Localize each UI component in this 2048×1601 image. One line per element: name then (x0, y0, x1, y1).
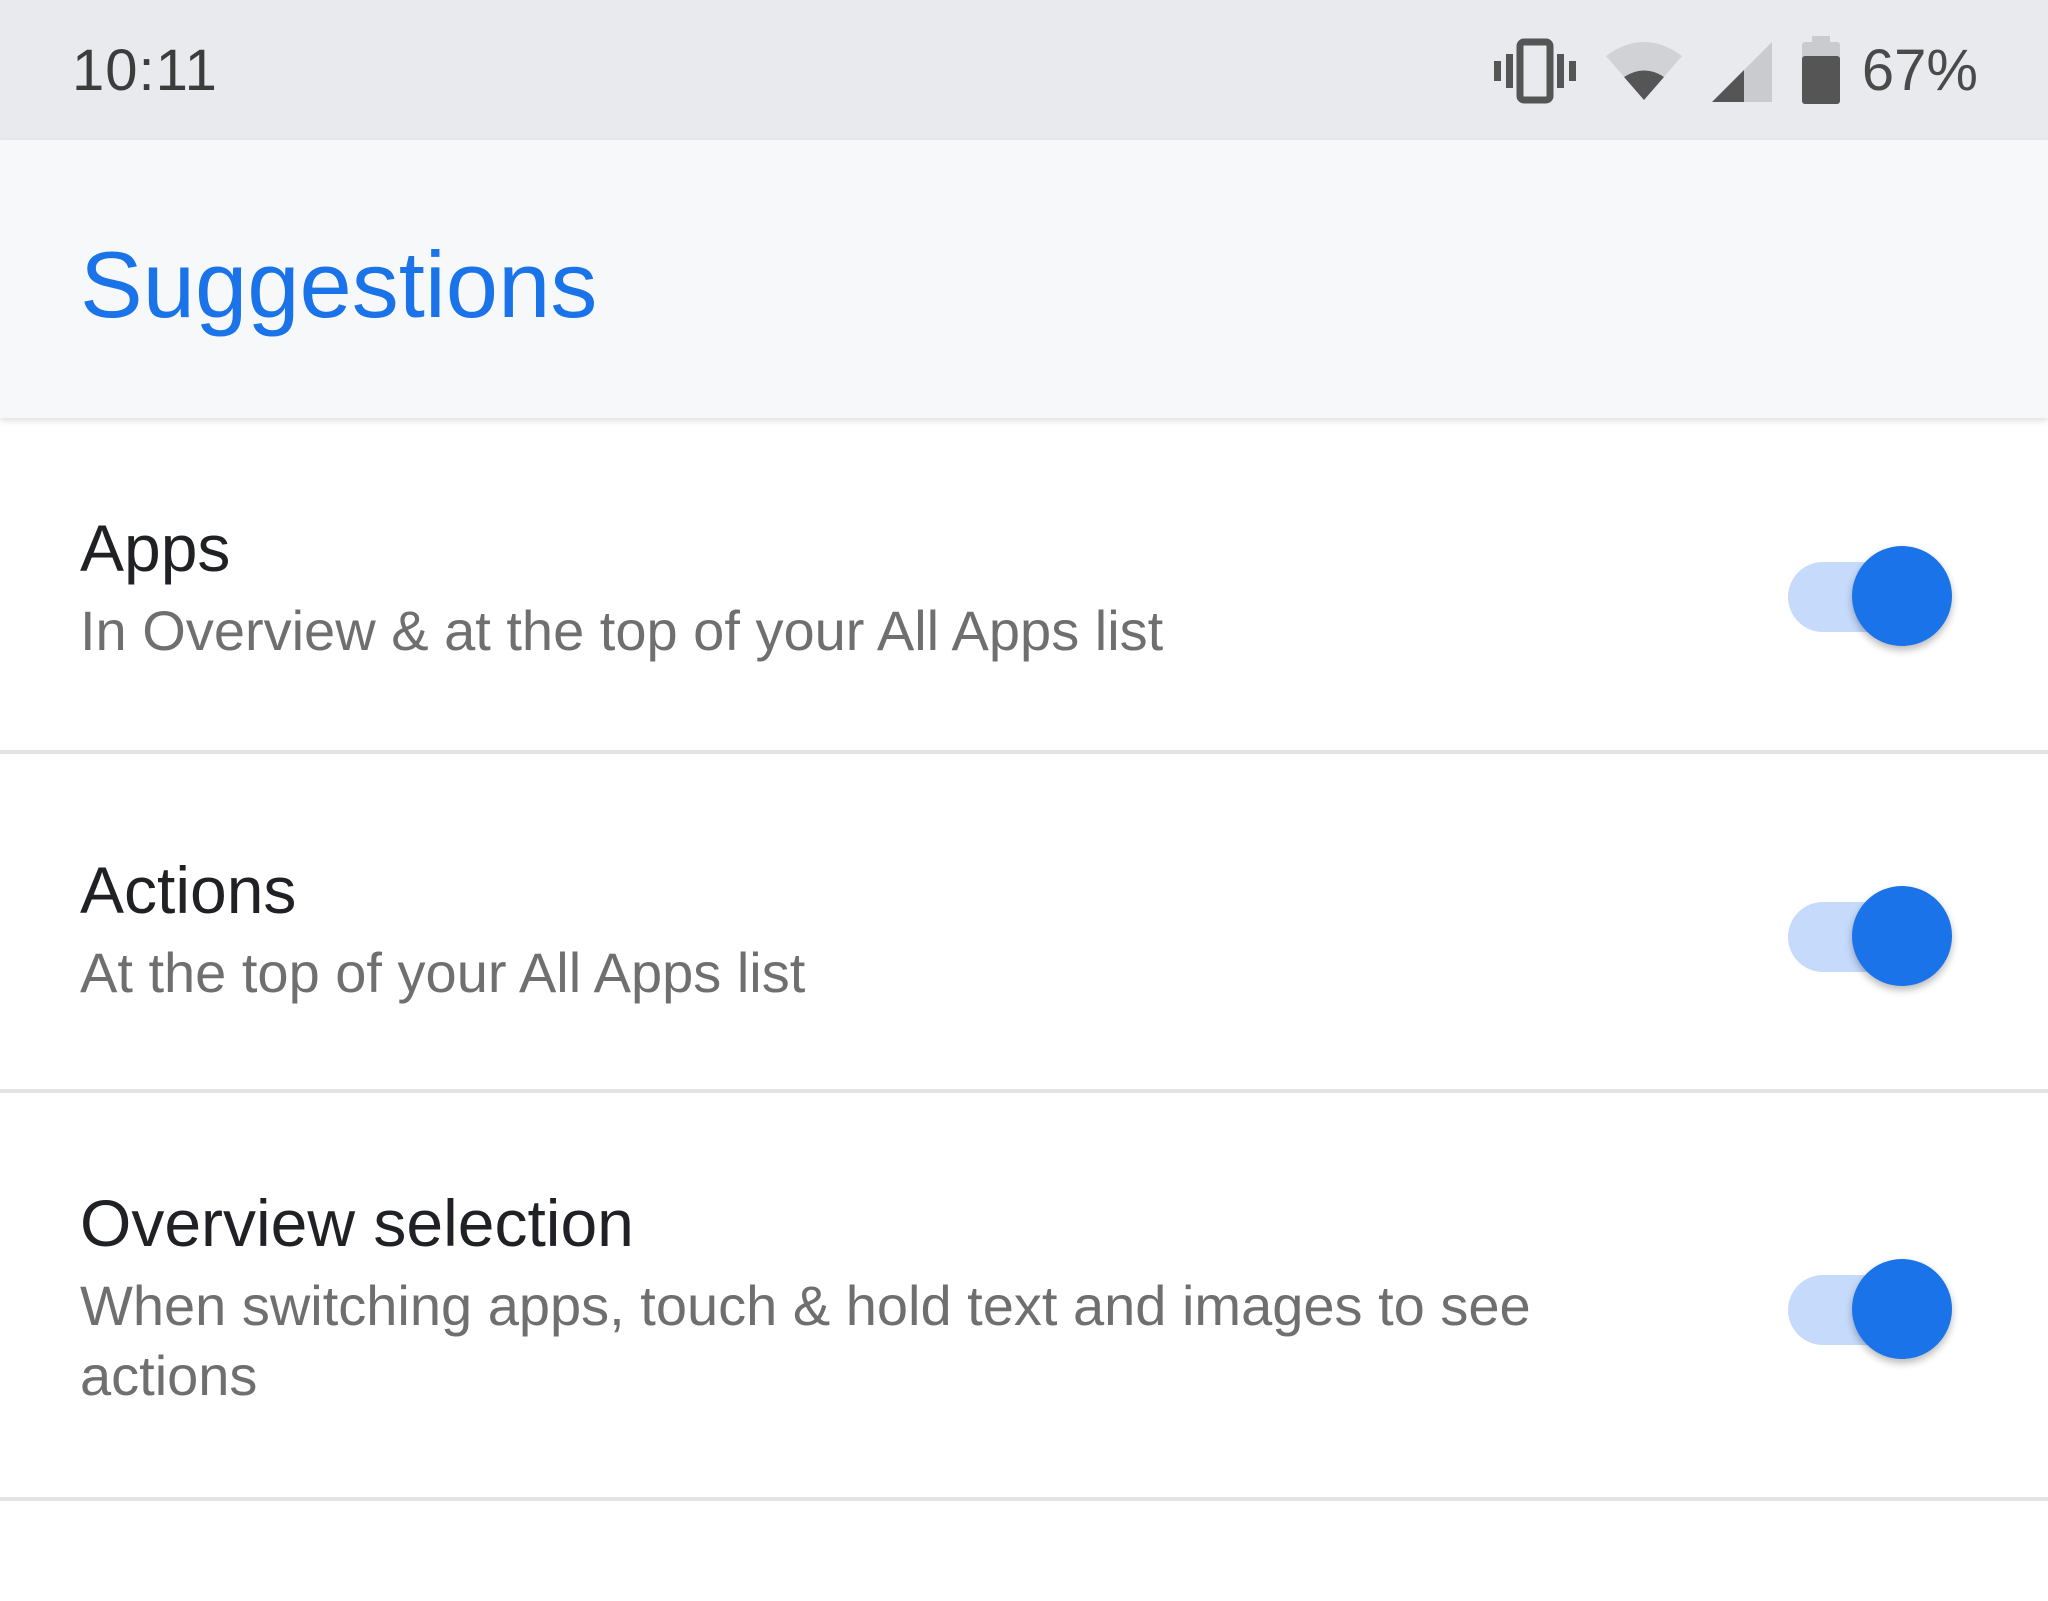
toggle-thumb (1852, 546, 1952, 646)
setting-summary: In Overview & at the top of your All App… (80, 599, 1164, 662)
cell-signal-icon (1711, 42, 1772, 102)
overview-selection-toggle-switch[interactable] (1788, 1243, 1952, 1359)
setting-text: Overview selection When switching apps, … (80, 1183, 1688, 1411)
setting-summary: At the top of your All Apps list (80, 941, 806, 1004)
battery-percent: 67% (1861, 38, 1978, 103)
page-title: Suggestions (80, 232, 598, 337)
setting-title: Overview selection (80, 1186, 634, 1260)
setting-text: Apps In Overview & at the top of your Al… (80, 508, 1688, 666)
setting-text: Actions At the top of your All Apps list (80, 850, 1688, 1008)
toggle-thumb (1852, 1259, 1952, 1359)
apps-toggle-switch[interactable] (1788, 530, 1952, 646)
vibrate-icon (1493, 38, 1576, 104)
toggle-thumb (1852, 886, 1952, 986)
setting-row-overview-selection[interactable]: Overview selection When switching apps, … (0, 1093, 2048, 1501)
settings-list: Apps In Overview & at the top of your Al… (0, 420, 2048, 1501)
status-icons: 67% (1492, 36, 1978, 106)
setting-title: Apps (80, 511, 231, 585)
status-time: 10:11 (72, 38, 218, 103)
app-bar: Suggestions (0, 140, 2048, 418)
actions-toggle-switch[interactable] (1788, 870, 1952, 986)
setting-summary: When switching apps, touch & hold text a… (80, 1274, 1531, 1407)
setting-row-apps[interactable]: Apps In Overview & at the top of your Al… (0, 420, 2048, 754)
setting-row-actions[interactable]: Actions At the top of your All Apps list (0, 754, 2048, 1093)
wifi-icon (1605, 42, 1682, 100)
setting-title: Actions (80, 853, 297, 927)
status-bar: 10:11 67% (0, 0, 2048, 140)
battery-icon (1801, 36, 1840, 104)
